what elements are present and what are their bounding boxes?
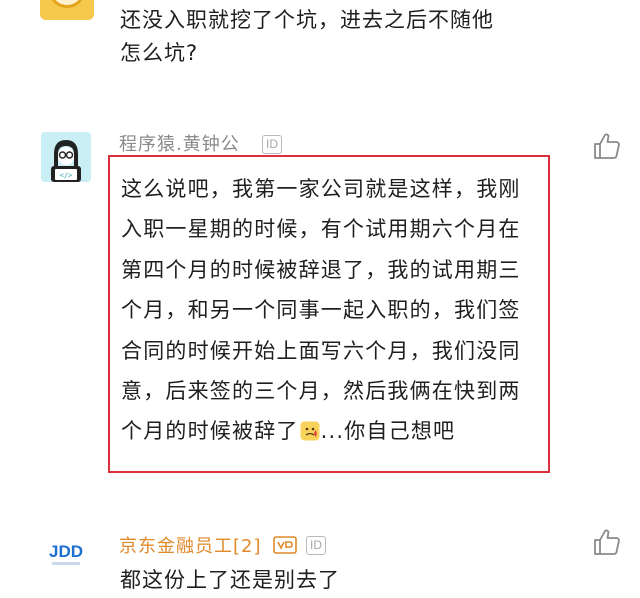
comment-text: ...你自己想吧 — [320, 419, 456, 444]
thumbs-up-icon[interactable] — [592, 527, 622, 557]
jdd-logo-text: JDD — [49, 542, 83, 561]
comment-body: 都这份上了还是别去了 — [120, 568, 340, 592]
comment-body: 这么说吧，我第一家公司就是这样，我刚入职一星期的时候，有个试用期六个月在第四个月… — [121, 169, 541, 452]
id-badge: ID — [262, 135, 282, 154]
jdd-logo-icon[interactable]: JDD — [40, 533, 92, 573]
comment-username[interactable]: 程序猿.黄钟公 — [119, 130, 240, 156]
comment-text-line: 怎么坑? — [120, 41, 199, 65]
comment-username[interactable]: 京东金融员工[2] — [119, 532, 262, 558]
vip-badge-icon — [273, 536, 297, 554]
programmer-avatar-icon[interactable]: </> — [41, 132, 91, 182]
comment-body: 还没入职就挖了个坑，进去之后不随他 怎么坑? — [120, 4, 550, 70]
thumbs-up-icon[interactable] — [592, 131, 622, 161]
comment-text-line: 还没入职就挖了个坑，进去之后不随他 — [120, 8, 494, 32]
user-avatar[interactable] — [40, 0, 94, 20]
svg-text:</>: </> — [60, 172, 73, 180]
comment-text: 这么说吧，我第一家公司就是这样，我刚入职一星期的时候，有个试用期六个月在第四个月… — [121, 177, 521, 444]
face-icon — [50, 0, 84, 8]
sweat-face-emoji — [300, 414, 320, 441]
id-badge: ID — [306, 536, 326, 555]
